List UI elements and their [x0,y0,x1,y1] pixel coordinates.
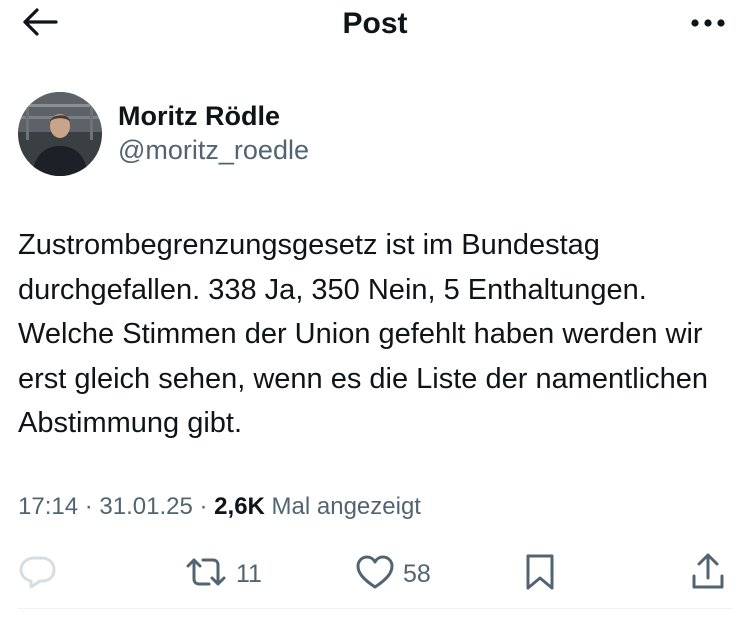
post-time[interactable]: 17:14 [18,493,78,520]
like-count: 58 [403,559,431,588]
avatar[interactable] [18,92,102,176]
post-meta: 17:14 · 31.01.25 · 2,6K Mal angezeigt [18,492,421,522]
post-text: Zustrombegrenzungsgesetz ist im Bundesta… [18,229,708,439]
author-name[interactable]: Moritz Rödle [118,100,280,132]
top-bar: Post [0,0,750,50]
more-options-button[interactable] [686,4,730,44]
post-author: Moritz Rödle @moritz_roedle [18,92,718,176]
more-horizontal-icon [690,15,726,33]
post-date[interactable]: 31.01.25 [99,493,192,520]
bookmark-icon [524,553,556,596]
divider [18,608,733,609]
reply-button[interactable] [18,550,58,598]
repost-icon [184,555,228,594]
post-actions: 11 58 [18,550,733,598]
author-handle[interactable]: @moritz_roedle [118,134,309,166]
reply-icon [18,554,58,595]
repost-button[interactable]: 11 [184,550,262,598]
views-count: 2,6K [214,493,265,520]
views-label: Mal angezeigt [271,493,421,520]
heart-icon [355,554,395,595]
share-button[interactable] [690,550,726,598]
page-title: Post [342,7,408,40]
like-button[interactable]: 58 [355,550,431,598]
meta-separator: · [199,493,215,520]
bookmark-button[interactable] [524,550,556,598]
share-icon [690,552,726,597]
meta-separator: · [84,493,100,520]
repost-count: 11 [236,559,262,588]
